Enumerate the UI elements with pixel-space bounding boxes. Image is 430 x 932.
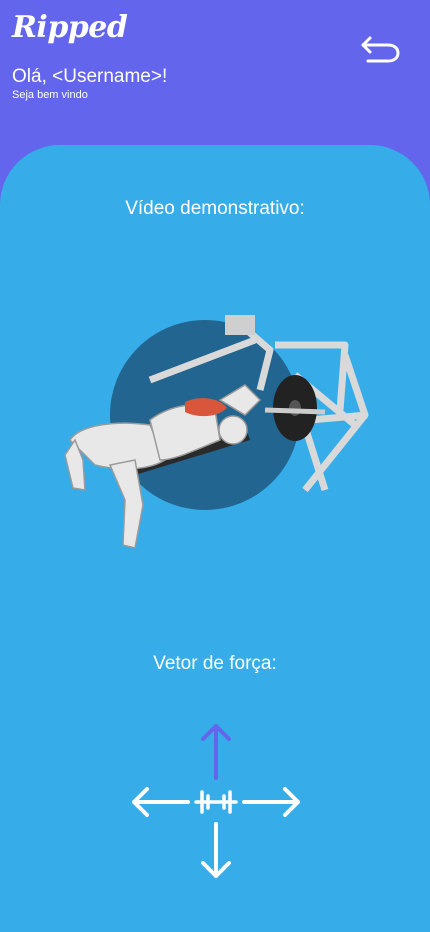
- welcome-subtitle: Seja bem vindo: [12, 89, 88, 101]
- arrow-down-icon: [201, 822, 231, 878]
- arrow-left-icon: [132, 787, 190, 817]
- greeting-text: Olá, <Username>!: [12, 66, 168, 87]
- arrow-right-icon: [242, 787, 300, 817]
- force-vector-indicator: [130, 722, 302, 882]
- vector-section-title: Vetor de força:: [153, 653, 277, 674]
- arrow-up-icon: [201, 724, 231, 780]
- exercise-demo-video[interactable]: [55, 300, 375, 560]
- app-logo: Ripped: [12, 10, 128, 45]
- header: Ripped Olá, <Username>! Seja bem vindo: [0, 0, 430, 160]
- video-section-title: Vídeo demonstrativo:: [125, 198, 305, 219]
- dumbbell-icon: [194, 790, 238, 814]
- back-arrow-icon[interactable]: [360, 32, 402, 66]
